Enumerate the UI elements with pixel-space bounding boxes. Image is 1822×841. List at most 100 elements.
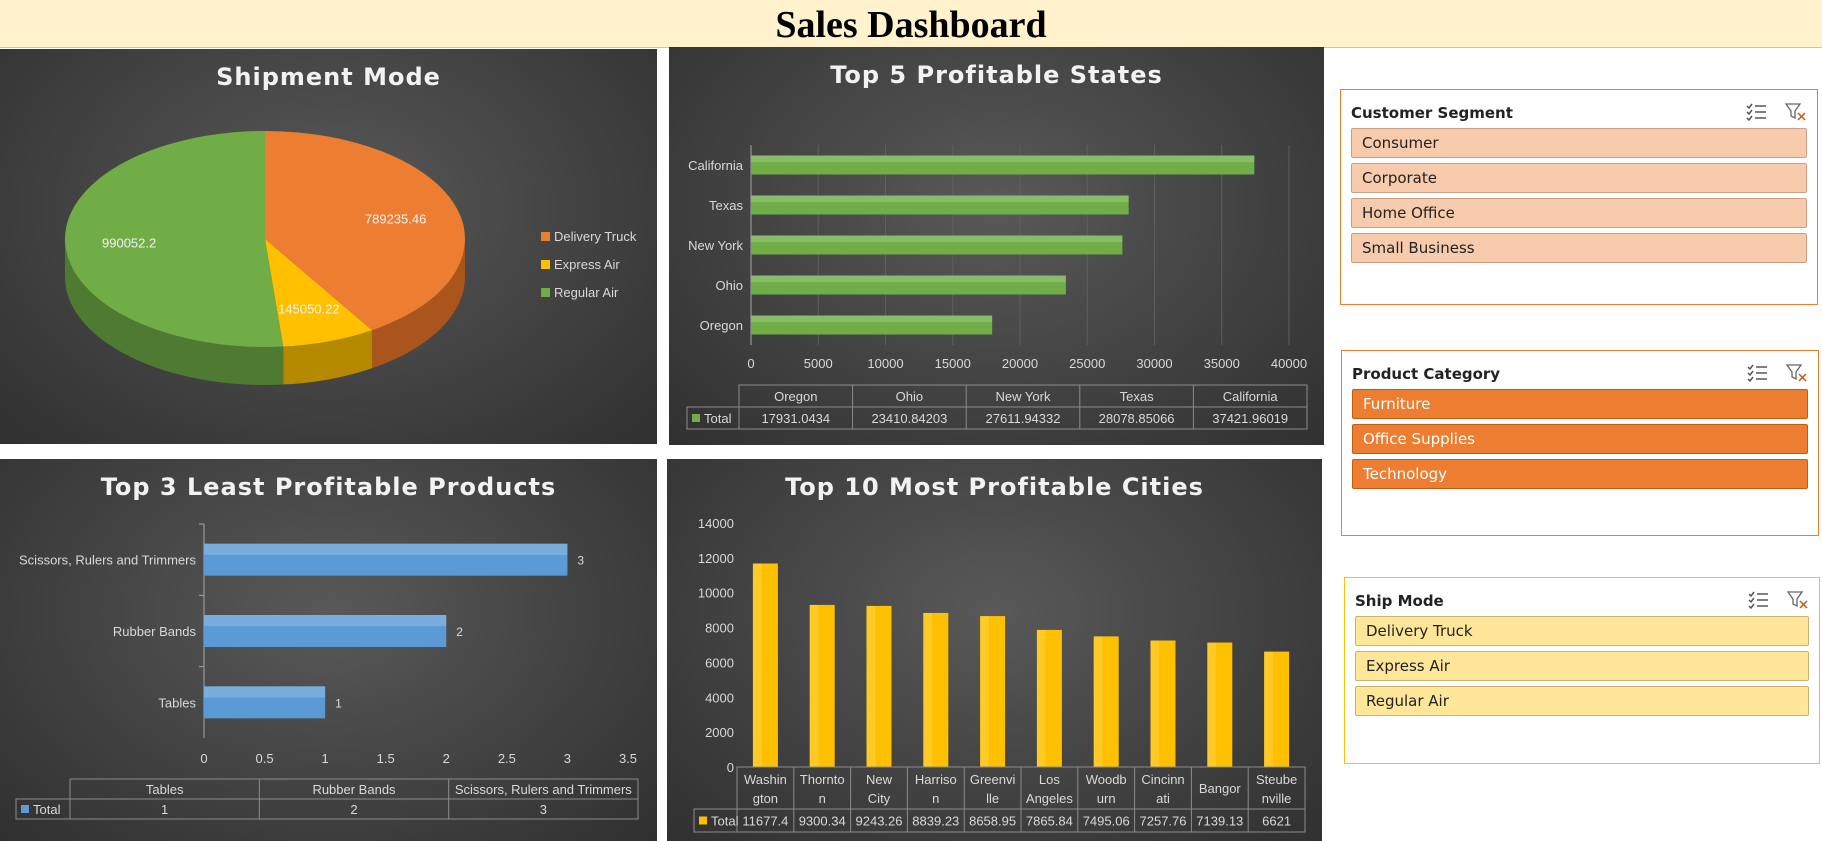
bar-highlight [980, 616, 989, 767]
slicer-item-corporate[interactable]: Corporate [1351, 163, 1807, 193]
data-table-value: 2 [350, 802, 357, 817]
top-cities-plot: 0 2000 4000 6000 8000 10000 12000 14000 Washin gt… [693, 516, 1306, 833]
data-table-value: 1 [161, 802, 168, 817]
tick-label: 0 [727, 760, 734, 775]
bar-highlight [809, 604, 819, 767]
tick-label: 2 [443, 751, 450, 766]
data-table-header: Los [1039, 772, 1060, 787]
top-states-chart[interactable]: Top 5 Profitable States Oregon Ohio New Yo… [669, 47, 1324, 445]
slicer-item-regular-air[interactable]: Regular Air [1355, 686, 1809, 716]
multi-select-icon[interactable] [1745, 102, 1767, 122]
tick-label: 20000 [1002, 356, 1038, 371]
data-table-header: Angeles [1026, 791, 1073, 806]
slicer-item-home-office[interactable]: Home Office [1351, 198, 1807, 228]
bar-highlight [751, 195, 1129, 203]
bar-highlight [1093, 636, 1103, 767]
dashboard-title-bar: Sales Dashboard [0, 0, 1822, 48]
clear-filter-icon[interactable] [1785, 363, 1808, 383]
legend-swatch [692, 414, 700, 422]
data-table-header: Bangor [1199, 781, 1242, 796]
top-states-plot: Oregon Ohio New York Texas California 0 5000 10… [686, 145, 1308, 430]
least-products-chart[interactable]: Top 3 Least Profitable Products Tables 1 R… [0, 459, 657, 841]
tick-label: 2000 [705, 725, 734, 740]
category-label: Scissors, Rulers and Trimmers [19, 553, 196, 568]
legend-label: Total [711, 814, 739, 829]
data-table-value: 9243.26 [856, 814, 903, 829]
slicer-item-consumer[interactable]: Consumer [1351, 128, 1807, 158]
bar-highlight [1150, 640, 1160, 767]
data-table-header: Tables [146, 782, 184, 797]
legend-swatch [541, 232, 550, 241]
tick-label: 25000 [1069, 356, 1105, 371]
tick-label: 6000 [705, 655, 734, 670]
bar-highlight [751, 155, 1255, 163]
clear-filter-icon[interactable] [1786, 590, 1809, 610]
product-category-slicer[interactable]: Product Category Furniture Office Suppli… [1341, 350, 1819, 536]
bar-highlight [1264, 651, 1273, 767]
slicer-title: Ship Mode [1355, 592, 1444, 610]
data-table-header: Steube [1256, 772, 1297, 787]
tick-label: 4000 [705, 690, 734, 705]
slicer-item-technology[interactable]: Technology [1352, 459, 1808, 489]
legend-swatch [699, 816, 707, 825]
data-table-header: urn [1097, 791, 1116, 806]
data-table-header: Woodb [1086, 772, 1127, 787]
least-products-plot: Tables 1 Rubber Bands 2 Scissors, Rulers and… [15, 523, 639, 820]
slicer-item-small-business[interactable]: Small Business [1351, 233, 1807, 263]
tick-label: 3.5 [619, 751, 637, 766]
bar-data-label: 2 [456, 625, 463, 639]
multi-select-icon[interactable] [1746, 363, 1768, 383]
data-table-header: Texas [1120, 389, 1154, 404]
slicer-header: Ship Mode [1355, 588, 1809, 614]
tick-label: 12000 [698, 551, 734, 566]
tick-label: 0.5 [256, 751, 274, 766]
data-table-value: 28078.85066 [1099, 411, 1175, 426]
slicer-item-furniture[interactable]: Furniture [1352, 389, 1808, 419]
pie-data-label: 990052.2 [102, 235, 156, 250]
data-table-header: Thornto [800, 772, 845, 787]
slicer-item-delivery-truck[interactable]: Delivery Truck [1355, 616, 1809, 646]
top-cities-chart[interactable]: Top 10 Most Profitable Cities 0 2000 4000 6… [667, 459, 1322, 841]
data-table-value: 9300.34 [799, 814, 846, 829]
clear-filter-icon[interactable] [1784, 102, 1807, 122]
legend-swatch [541, 260, 550, 269]
legend-label: Express Air [554, 257, 620, 272]
shipment-mode-plot: 789235.46 145050.22 990052.2 Delivery Truck… [65, 131, 637, 385]
data-table-header: gton [753, 791, 778, 806]
tick-label: 8000 [705, 621, 734, 636]
tick-label: 2.5 [498, 751, 516, 766]
dashboard-title: Sales Dashboard [775, 4, 1047, 46]
tick-label: 10000 [698, 586, 734, 601]
bar-highlight [204, 615, 447, 627]
slicer-item-office-supplies[interactable]: Office Supplies [1352, 424, 1808, 454]
slicer-title: Product Category [1352, 365, 1501, 383]
multi-select-icon[interactable] [1747, 590, 1769, 610]
data-table-header: Harriso [915, 772, 957, 787]
legend-swatch [21, 805, 29, 813]
tick-label: 10000 [867, 356, 903, 371]
data-table-value: 8658.95 [969, 814, 1016, 829]
data-table-header: Oregon [774, 389, 817, 404]
customer-segment-slicer[interactable]: Customer Segment Consumer Corporate Home… [1340, 89, 1818, 305]
pie-data-label: 789235.46 [365, 212, 426, 227]
data-table-header: California [1223, 389, 1279, 404]
legend-label: Regular Air [554, 285, 619, 300]
slicer-header: Product Category [1352, 361, 1808, 387]
slicer-item-express-air[interactable]: Express Air [1355, 651, 1809, 681]
data-table-header: Scissors, Rulers and Trimmers [455, 782, 632, 797]
data-table-header: n [932, 791, 939, 806]
shipment-mode-chart[interactable]: Shipment Mode 789235.46 145050.22 990052.2… [0, 49, 657, 444]
ship-mode-slicer[interactable]: Ship Mode Delivery Truck Express Air Reg… [1344, 577, 1820, 764]
data-table-value: 7139.13 [1196, 814, 1243, 829]
bar-highlight [866, 605, 876, 767]
bar-highlight [751, 315, 993, 323]
tick-label: 14000 [698, 516, 734, 531]
data-table-value: 27611.94332 [986, 411, 1061, 426]
category-label: New York [688, 238, 743, 253]
data-table-value: 11677.4 [742, 814, 788, 829]
data-table-value: 23410.84203 [871, 411, 947, 426]
data-table-header: Washin [744, 772, 787, 787]
data-table-header: lle [986, 791, 999, 806]
data-table-value: 37421.96019 [1212, 411, 1288, 426]
category-label: Oregon [700, 318, 743, 333]
